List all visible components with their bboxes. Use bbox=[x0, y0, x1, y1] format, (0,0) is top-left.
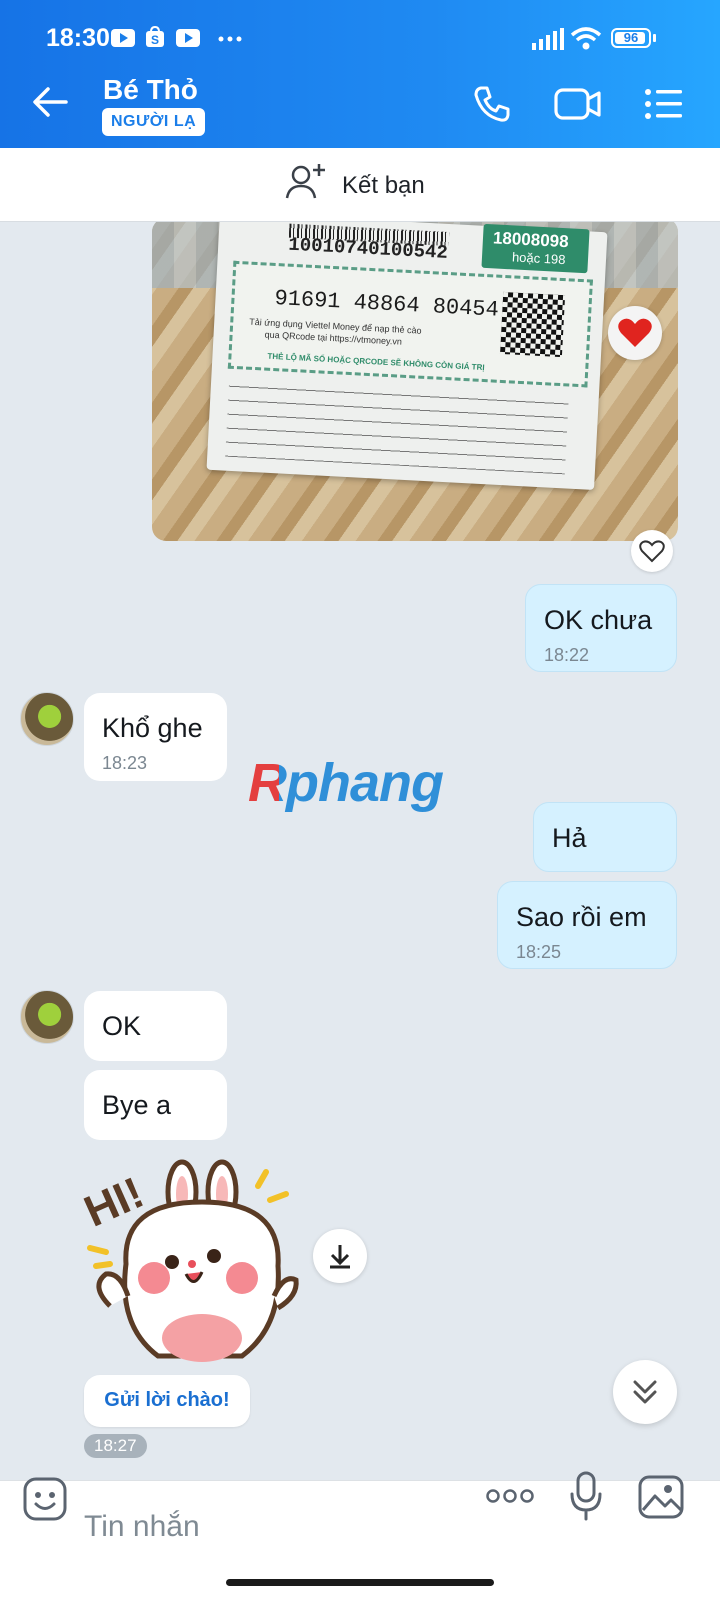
card-warning: THẺ LỘ MÃ SỐ HOẶC QRCODE SẼ KHÔNG CÒN GI… bbox=[267, 351, 485, 373]
download-icon bbox=[330, 1245, 350, 1269]
message-time: 18:25 bbox=[516, 942, 562, 962]
message-text: Khổ ghe bbox=[102, 713, 203, 743]
message-text: OK chưa bbox=[544, 605, 653, 635]
card-fine-print bbox=[225, 376, 569, 475]
chevron-double-down-icon bbox=[633, 1380, 657, 1404]
battery-level: 96 bbox=[623, 30, 639, 45]
battery-tip bbox=[653, 34, 656, 42]
scratch-card: 10010740100542 18008098 hoặc 198 91691 4… bbox=[206, 222, 608, 490]
more-dots-icon bbox=[218, 36, 242, 42]
youtube-icon bbox=[176, 29, 200, 47]
heart-reaction[interactable] bbox=[608, 306, 662, 360]
send-greeting-button[interactable]: Gửi lời chào! bbox=[84, 1375, 250, 1427]
hotline-alt: hoặc 198 bbox=[511, 249, 566, 268]
scratch-area: 91691 48864 80454 Tải ứng dụng Viettel M… bbox=[227, 260, 593, 388]
status-time: 18:30 bbox=[46, 24, 110, 52]
heart-outline-icon bbox=[639, 540, 665, 563]
message-text: Bye a bbox=[102, 1090, 172, 1120]
add-friend-label[interactable]: Kết bạn bbox=[342, 172, 425, 200]
hotline-number: 18008098 bbox=[492, 228, 570, 252]
message-bubble-received[interactable]: Bye a bbox=[84, 1070, 227, 1140]
menu-list-icon[interactable] bbox=[644, 88, 684, 120]
microphone-icon[interactable] bbox=[568, 1470, 604, 1522]
phone-icon[interactable] bbox=[472, 84, 512, 124]
signal-icon bbox=[532, 28, 564, 50]
message-bubble-sent[interactable]: Hả bbox=[533, 802, 677, 872]
avatar[interactable] bbox=[20, 692, 74, 746]
message-text: Hả bbox=[552, 823, 587, 853]
message-bubble-received[interactable]: Khổ ghe 18:23 bbox=[84, 693, 227, 781]
card-photo[interactable]: 10010740100542 18008098 hoặc 198 91691 4… bbox=[152, 222, 678, 541]
message-time: 18:23 bbox=[102, 753, 148, 773]
contact-name[interactable]: Bé Thỏ bbox=[103, 74, 198, 106]
avatar[interactable] bbox=[20, 990, 74, 1044]
shopee-icon: S bbox=[146, 26, 164, 47]
download-button[interactable] bbox=[313, 1229, 367, 1283]
home-indicator[interactable] bbox=[226, 1579, 494, 1586]
message-bubble-sent[interactable]: OK chưa 18:22 bbox=[525, 584, 677, 672]
svg-text:S: S bbox=[151, 33, 159, 47]
scroll-down-button[interactable] bbox=[613, 1360, 677, 1424]
wifi-icon bbox=[570, 27, 602, 50]
battery-icon: 96 bbox=[611, 28, 651, 48]
chat-area[interactable]: 10010740100542 18008098 hoặc 198 91691 4… bbox=[0, 222, 720, 1480]
image-icon[interactable] bbox=[637, 1474, 685, 1520]
hotline-box: 18008098 hoặc 198 bbox=[481, 223, 590, 274]
more-options-icon[interactable] bbox=[486, 1488, 534, 1504]
stranger-badge: NGƯỜI LẠ bbox=[102, 108, 206, 136]
scratch-code: 91691 48864 80454 bbox=[273, 285, 500, 323]
timestamp-badge: 18:27 bbox=[84, 1434, 147, 1458]
bunny-sticker[interactable]: HI! bbox=[82, 1156, 308, 1364]
message-bubble-sent[interactable]: Sao rồi em 18:25 bbox=[497, 881, 677, 969]
heart-icon bbox=[618, 318, 652, 347]
message-bubble-received[interactable]: OK bbox=[84, 991, 227, 1061]
video-call-icon[interactable] bbox=[554, 86, 602, 122]
youtube-icon bbox=[111, 29, 135, 47]
qr-code bbox=[499, 291, 566, 358]
message-input[interactable]: Tin nhắn bbox=[84, 1510, 200, 1544]
message-text: OK bbox=[102, 1011, 142, 1041]
message-text: Sao rồi em bbox=[516, 902, 647, 932]
watermark-logo: Rphang bbox=[248, 752, 444, 814]
back-arrow-icon[interactable] bbox=[32, 86, 68, 118]
add-friend-icon[interactable] bbox=[285, 162, 327, 200]
message-time: 18:22 bbox=[544, 645, 590, 665]
emoji-icon[interactable] bbox=[22, 1476, 68, 1522]
watermark-text: Rphang bbox=[248, 753, 444, 813]
react-button[interactable] bbox=[631, 530, 673, 572]
greeting-label: Gửi lời chào! bbox=[104, 1389, 230, 1411]
